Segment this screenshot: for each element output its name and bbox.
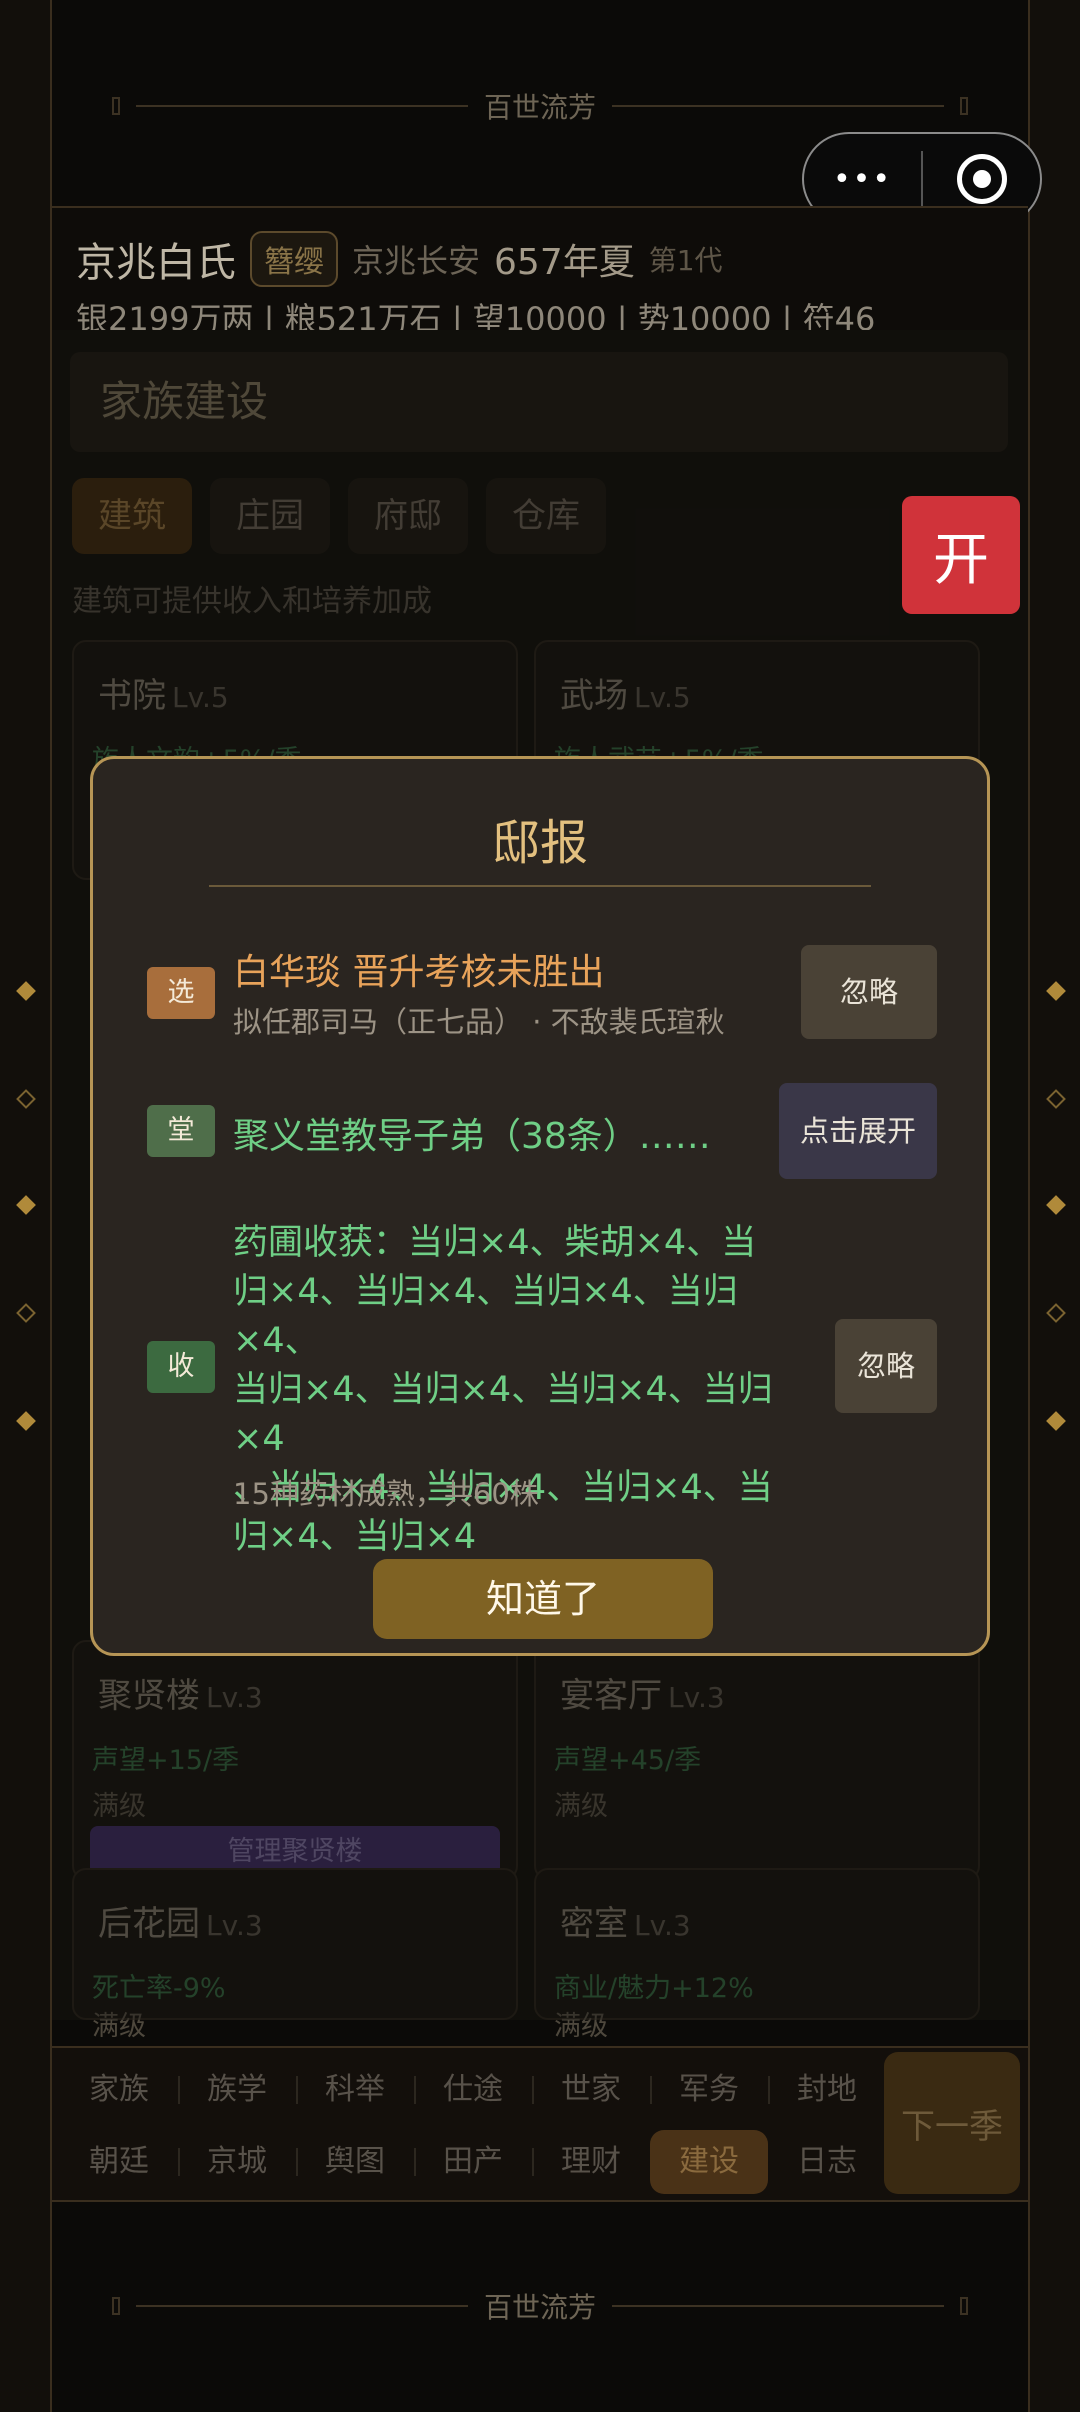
next-season-button[interactable]: 下一季 bbox=[884, 2052, 1020, 2194]
promotion-message-subtitle: 拟任郡司马（正七品） · 不敌裴氏瑄秋 bbox=[233, 1005, 725, 1039]
harvest-line: 归×4、当归×4、当归×4、当归×4、 bbox=[233, 1272, 738, 1361]
expand-button[interactable]: 点击展开 bbox=[779, 1083, 937, 1179]
nav-item-construction[interactable]: 建设 bbox=[650, 2130, 768, 2194]
more-button[interactable]: ••• bbox=[804, 162, 921, 197]
banner-line bbox=[136, 2305, 468, 2307]
banner-cap bbox=[960, 97, 969, 115]
close-miniprogram-button[interactable] bbox=[923, 154, 1040, 204]
banner-line bbox=[612, 2305, 945, 2307]
nav-item-noble-families[interactable]: 世家 bbox=[532, 2058, 650, 2122]
banner-line bbox=[136, 105, 468, 107]
banner-cap bbox=[112, 2297, 120, 2315]
diamond-ornament-icon bbox=[16, 1303, 36, 1323]
diamond-ornament-icon bbox=[16, 1089, 36, 1109]
nav-item-estates[interactable]: 田产 bbox=[414, 2130, 532, 2194]
teaching-message-title: 聚义堂教导子弟（38条）…… bbox=[233, 1116, 711, 1157]
harvest-message-subtitle: 15种药材成熟，共60株 bbox=[233, 1477, 539, 1511]
current-year: 657年夏 bbox=[494, 242, 635, 283]
nav-item-fief[interactable]: 封地 bbox=[768, 2058, 886, 2122]
nav-item-court[interactable]: 朝廷 bbox=[60, 2130, 178, 2194]
nav-row: 家族 族学 科举 仕途 世家 军务 封地 bbox=[60, 2058, 886, 2122]
banner-title: 百世流芳 bbox=[484, 91, 597, 124]
confirm-button[interactable]: 知道了 bbox=[373, 1559, 713, 1639]
right-rail bbox=[1028, 0, 1080, 2412]
diamond-ornament-icon bbox=[16, 1195, 36, 1215]
nav-item-exam[interactable]: 科举 bbox=[296, 2058, 414, 2122]
harvest-line: 药圃收获：当归×4、柴胡×4、当 bbox=[233, 1223, 757, 1263]
harvest-line: 当归×4、当归×4、当归×4、当归×4 bbox=[233, 1370, 773, 1459]
open-button[interactable]: 开 bbox=[902, 496, 1020, 614]
banner-cap bbox=[112, 97, 120, 115]
nav-item-military[interactable]: 军务 bbox=[650, 2058, 768, 2122]
ignore-button[interactable]: 忽略 bbox=[835, 1319, 937, 1413]
harvest-tag: 收 bbox=[147, 1341, 215, 1393]
banner-title: 百世流芳 bbox=[484, 2291, 597, 2324]
nav-item-career[interactable]: 仕途 bbox=[414, 2058, 532, 2122]
diamond-ornament-icon bbox=[1046, 1195, 1066, 1215]
diamond-ornament-icon bbox=[1046, 1303, 1066, 1323]
diamond-ornament-icon bbox=[1046, 1089, 1066, 1109]
gazette-dialog: 邸报 选 白华琰 晋升考核未胜出 拟任郡司马（正七品） · 不敌裴氏瑄秋 忽略 … bbox=[90, 756, 990, 1656]
diamond-ornament-icon bbox=[1046, 981, 1066, 1001]
banner-line bbox=[612, 105, 945, 107]
bottom-banner: 百世流芳 bbox=[52, 2246, 1028, 2366]
banner-cap bbox=[960, 2297, 969, 2315]
diamond-ornament-icon bbox=[16, 1411, 36, 1431]
nav-item-map[interactable]: 舆图 bbox=[296, 2130, 414, 2194]
bottom-nav: 家族 族学 科举 仕途 世家 军务 封地 朝廷 京城 舆图 田产 理财 建设 日… bbox=[52, 2046, 1028, 2202]
clan-location: 京兆长安 bbox=[352, 242, 481, 280]
promotion-message-title: 白华琰 晋升考核未胜出 bbox=[233, 952, 605, 993]
nav-item-log[interactable]: 日志 bbox=[768, 2130, 886, 2194]
nav-item-capital[interactable]: 京城 bbox=[178, 2130, 296, 2194]
generation: 第1代 bbox=[648, 244, 723, 277]
clan-header: 京兆白氏 簪缨 京兆长安 657年夏 第1代 银2199万两 | 粮521万石 … bbox=[52, 206, 1028, 338]
nav-item-family[interactable]: 家族 bbox=[60, 2058, 178, 2122]
clan-rank-badge: 簪缨 bbox=[250, 231, 338, 287]
app-root: 百世流芳 ••• 京兆白氏 簪缨 京兆长安 657年夏 第1代 银2199万两 … bbox=[0, 0, 1080, 2412]
left-rail bbox=[0, 0, 52, 2412]
harvest-line: 归×4、当归×4 bbox=[233, 1517, 477, 1557]
diamond-ornament-icon bbox=[1046, 1411, 1066, 1431]
diamond-ornament-icon bbox=[16, 981, 36, 1001]
nav-item-finance[interactable]: 理财 bbox=[532, 2130, 650, 2194]
nav-item-clan-school[interactable]: 族学 bbox=[178, 2058, 296, 2122]
dialog-title: 邸报 bbox=[491, 815, 588, 871]
hall-tag: 堂 bbox=[147, 1105, 215, 1157]
ignore-button[interactable]: 忽略 bbox=[801, 945, 937, 1039]
selection-tag: 选 bbox=[147, 967, 215, 1019]
target-icon bbox=[956, 154, 1007, 204]
title-divider bbox=[209, 885, 871, 887]
nav-row: 朝廷 京城 舆图 田产 理财 建设 日志 bbox=[60, 2130, 886, 2194]
clan-name: 京兆白氏 bbox=[76, 240, 236, 286]
